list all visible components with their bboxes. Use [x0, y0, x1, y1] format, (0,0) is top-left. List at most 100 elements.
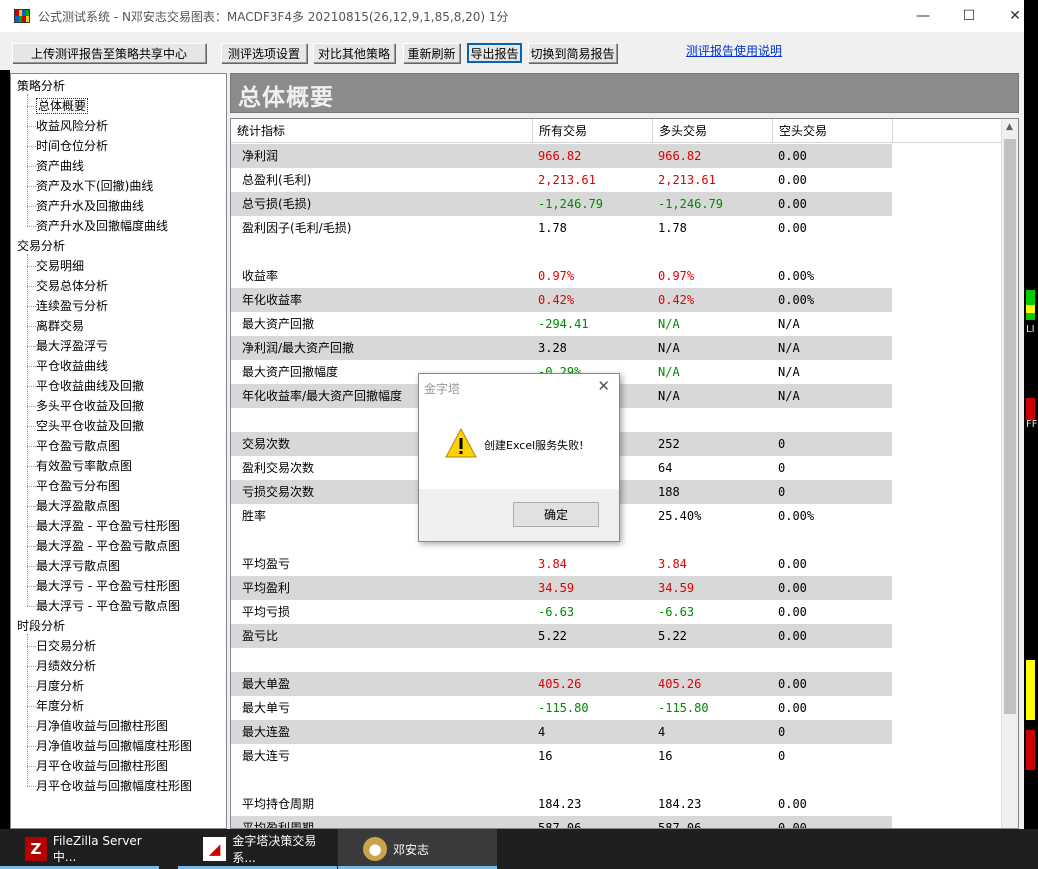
vertical-scrollbar[interactable]: ▲ [1001, 119, 1018, 828]
tree-item[interactable]: 多头平仓收益及回撤 [36, 396, 144, 416]
tree-item[interactable]: 最大浮盈散点图 [36, 496, 120, 516]
tree-item[interactable]: 资产曲线 [36, 156, 84, 176]
tree-item[interactable]: 月净值收益与回撤柱形图 [36, 716, 168, 736]
tree-item[interactable]: 最大浮亏 - 平仓盈亏柱形图 [36, 576, 180, 596]
table-row[interactable]: 最大单亏 -115.80 -115.80 0.00 [231, 696, 892, 720]
tree-item[interactable]: 年度分析 [36, 696, 84, 716]
table-row[interactable]: 盈亏比 5.22 5.22 0.00 [231, 624, 892, 648]
table-row[interactable]: 平均盈利周期 587.06 587.06 0.00 [231, 816, 892, 829]
tree-item[interactable]: 有效盈亏率散点图 [36, 456, 132, 476]
table-row[interactable] [231, 240, 892, 264]
simple-report-button[interactable]: 切换到简易报告 [528, 43, 617, 63]
scrollbar-thumb[interactable] [1004, 139, 1016, 714]
tree-item-label: 空头平仓收益及回撤 [36, 419, 145, 433]
taskbar-item-filezilla[interactable]: Z FileZilla Server 中... [0, 829, 159, 869]
tree-item[interactable]: 平仓盈亏分布图 [36, 476, 120, 496]
minimize-button[interactable]: — [900, 0, 946, 32]
tree-item[interactable]: 离群交易 [36, 316, 84, 336]
tree-item[interactable]: 空头平仓收益及回撤 [36, 416, 144, 436]
tree-item[interactable]: 资产升水及回撤幅度曲线 [36, 216, 168, 236]
pyramid-app-icon: ◢ [203, 837, 227, 861]
metric-label: 最大资产回撤 [242, 317, 315, 331]
tree-item[interactable]: 平仓收益曲线及回撤 [36, 376, 144, 396]
table-row[interactable]: 年化收益率 0.42% 0.42% 0.00% [231, 288, 892, 312]
tree-item[interactable]: 总体概要 [36, 96, 89, 116]
table-row[interactable]: 最大连亏 16 16 0 [231, 744, 892, 768]
tree-item[interactable]: 时间仓位分析 [36, 136, 108, 156]
test-options-button[interactable]: 测评选项设置 [221, 43, 307, 63]
column-header-metric[interactable]: 统计指标 [231, 119, 533, 143]
metric-label: 最大单盈 [242, 677, 291, 691]
tree-item[interactable]: 月平仓收益与回撤幅度柱形图 [36, 776, 192, 796]
analysis-tree[interactable]: 策略分析 总体概要 收益风险分析 时间仓位分析 资产曲线资产及水下(回撤)曲线资产升水及… [10, 73, 227, 829]
table-row[interactable]: 最大单盈 405.26 405.26 0.00 [231, 672, 892, 696]
table-row[interactable]: 盈利因子(毛利/毛损) 1.78 1.78 0.00 [231, 216, 892, 240]
table-row[interactable]: 收益率 0.97% 0.97% 0.00% [231, 264, 892, 288]
dialog-close-icon[interactable]: ✕ [597, 377, 610, 395]
tree-item[interactable]: 最大浮盈 - 平仓盈亏柱形图 [36, 516, 180, 536]
column-header-short[interactable]: 空头交易 [773, 119, 893, 143]
column-header-all[interactable]: 所有交易 [533, 119, 653, 143]
tree-item[interactable]: 交易明细 [36, 256, 84, 276]
table-row[interactable]: 最大连盈 4 4 0 [231, 720, 892, 744]
tree-connector [27, 186, 36, 187]
table-row[interactable]: 平均盈利 34.59 34.59 0.00 [231, 576, 892, 600]
table-row[interactable]: 总盈利(毛利) 2,213.61 2,213.61 0.00 [231, 168, 892, 192]
tree-group[interactable]: 交易分析 [17, 236, 65, 256]
cell-short: 0 [778, 725, 786, 739]
tree-item[interactable]: 月净值收益与回撤幅度柱形图 [36, 736, 192, 756]
cell-short: 0.00 [778, 581, 807, 595]
tree-item[interactable]: 收益风险分析 [36, 116, 108, 136]
tree-connector [27, 286, 36, 287]
tree-item-label: 资产及水下(回撤)曲线 [36, 179, 154, 193]
taskbar-item-pyramid[interactable]: ◢ 金字塔决策交易系... [178, 829, 337, 869]
cell-long: 184.23 [658, 797, 702, 811]
tree-connector [27, 146, 36, 147]
tree-group[interactable]: 时段分析 [17, 616, 65, 636]
metric-label: 平均亏损 [242, 605, 291, 619]
table-row[interactable]: 净利润/最大资产回撤 3.28 N/A N/A [231, 336, 892, 360]
column-header-long[interactable]: 多头交易 [653, 119, 773, 143]
tree-item[interactable]: 最大浮盈 - 平仓盈亏散点图 [36, 536, 180, 556]
table-row[interactable] [231, 768, 892, 792]
tree-item[interactable]: 日交易分析 [36, 636, 96, 656]
taskbar-label: 邓安志 [393, 842, 430, 857]
scroll-up-icon[interactable]: ▲ [1006, 122, 1013, 132]
tree-item[interactable]: 交易总体分析 [36, 276, 108, 296]
export-report-button[interactable]: 导出报告 [467, 43, 522, 63]
tree-item[interactable]: 月绩效分析 [36, 656, 96, 676]
table-row[interactable]: 平均盈亏 3.84 3.84 0.00 [231, 552, 892, 576]
grid-header: 统计指标 所有交易 多头交易 空头交易 [231, 119, 1001, 143]
table-row[interactable]: 净利润 966.82 966.82 0.00 [231, 144, 892, 168]
tree-item[interactable]: 最大浮亏 - 平仓盈亏散点图 [36, 596, 180, 616]
tree-item[interactable]: 平仓收益曲线 [36, 356, 108, 376]
table-row[interactable]: 总亏损(毛损) -1,246.79 -1,246.79 0.00 [231, 192, 892, 216]
tree-item[interactable]: 平仓盈亏散点图 [36, 436, 120, 456]
tree-item-label: 最大浮盈 - 平仓盈亏散点图 [36, 539, 180, 553]
tree-item[interactable]: 最大浮亏散点图 [36, 556, 120, 576]
table-row[interactable] [231, 648, 892, 672]
tree-item[interactable]: 资产及水下(回撤)曲线 [36, 176, 153, 196]
taskbar-item-user[interactable]: ● 邓安志 [338, 829, 497, 869]
tree-group[interactable]: 策略分析 [17, 76, 65, 96]
metric-label: 亏损交易次数 [242, 485, 315, 499]
maximize-button[interactable]: ☐ [946, 0, 992, 32]
cell-long: -6.63 [658, 605, 695, 619]
upload-report-button[interactable]: 上传测评报告至策略共享中心 [12, 43, 206, 63]
tree-item[interactable]: 月度分析 [36, 676, 84, 696]
tree-item[interactable]: 最大浮盈浮亏 [36, 336, 108, 356]
tree-item[interactable]: 资产升水及回撤曲线 [36, 196, 144, 216]
ok-button[interactable]: 确定 [513, 502, 599, 527]
refresh-button[interactable]: 重新刷新 [403, 43, 460, 63]
table-row[interactable]: 最大资产回撤 -294.41 N/A N/A [231, 312, 892, 336]
cell-long: N/A [658, 317, 680, 331]
metric-label: 平均持仓周期 [242, 797, 315, 811]
tree-connector [27, 686, 36, 687]
compare-strategies-button[interactable]: 对比其他策略 [313, 43, 395, 63]
cell-long: 587.06 [658, 821, 702, 829]
table-row[interactable]: 平均持仓周期 184.23 184.23 0.00 [231, 792, 892, 816]
tree-item[interactable]: 连续盈亏分析 [36, 296, 108, 316]
table-row[interactable]: 平均亏损 -6.63 -6.63 0.00 [231, 600, 892, 624]
tree-item[interactable]: 月平仓收益与回撤柱形图 [36, 756, 168, 776]
report-help-link[interactable]: 测评报告使用说明 [686, 42, 782, 59]
